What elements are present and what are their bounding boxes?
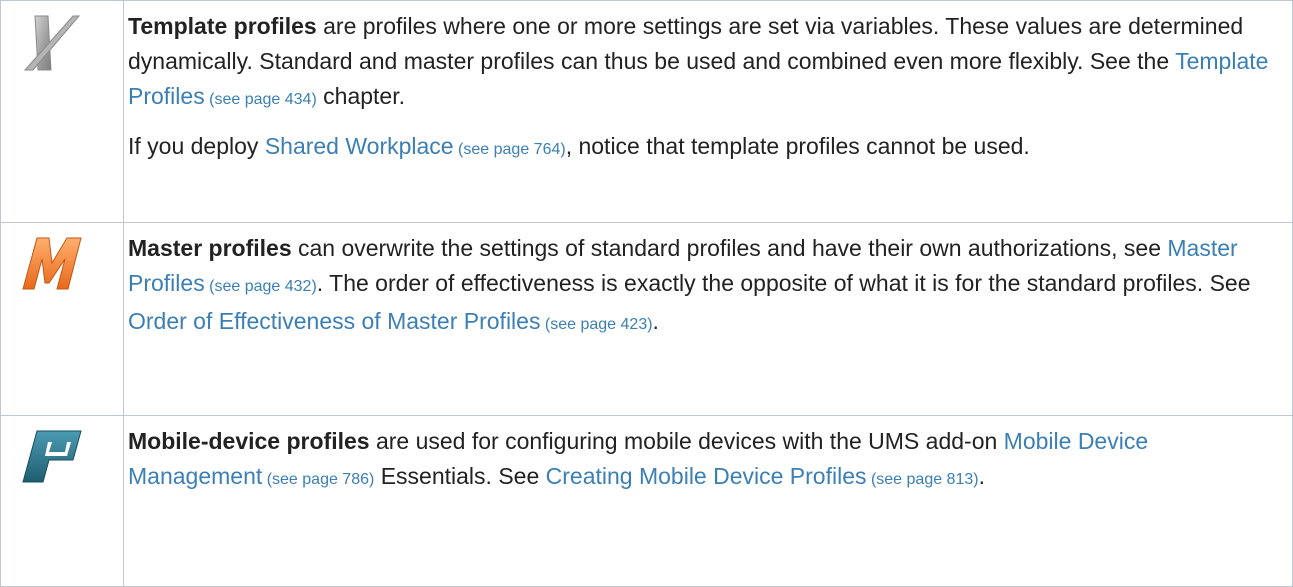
description-cell: Mobile-device profiles are used for conf… — [123, 415, 1293, 587]
text: . — [978, 463, 985, 489]
template-profile-icon — [23, 15, 81, 71]
paragraph: If you deploy Shared Workplace (see page… — [128, 129, 1282, 167]
link-order-of-effectiveness[interactable]: Order of Effectiveness of Master Profile… — [128, 308, 540, 334]
page-reference: (see page 423) — [540, 316, 653, 333]
text: . The order of effectiveness is exactly … — [316, 270, 1251, 296]
text: Essentials. See — [374, 463, 546, 489]
text: , notice that template profiles cannot b… — [565, 133, 1030, 159]
page-reference: (see page 432) — [204, 278, 317, 295]
text: . — [652, 308, 659, 334]
description-cell: Master profiles can overwrite the settin… — [123, 222, 1293, 416]
master-profile-icon — [22, 237, 82, 290]
text: are used for configuring mobile devices … — [369, 428, 1004, 454]
link-creating-mobile-device-profiles[interactable]: Creating Mobile Device Profiles — [546, 463, 867, 489]
text: can overwrite the settings of standard p… — [291, 235, 1168, 261]
paragraph: Template profiles are profiles where one… — [128, 9, 1282, 117]
paragraph: Master profiles can overwrite the settin… — [128, 231, 1282, 342]
text: If you deploy — [128, 133, 265, 159]
term: Master profiles — [128, 235, 292, 261]
link-shared-workplace[interactable]: Shared Workplace — [265, 133, 454, 159]
table-row-mobile-device-profiles: Mobile-device profiles are used for conf… — [0, 415, 1293, 587]
term: Template profiles — [128, 13, 317, 39]
page-reference: (see page 434) — [204, 91, 317, 108]
description-cell: Template profiles are profiles where one… — [123, 0, 1293, 223]
page-reference: (see page 764) — [453, 141, 566, 158]
paragraph: Mobile-device profiles are used for conf… — [128, 424, 1282, 497]
icon-cell — [0, 0, 124, 223]
term: Mobile-device profiles — [128, 428, 370, 454]
profile-types-table: Template profiles are profiles where one… — [0, 0, 1293, 587]
text: chapter. — [316, 83, 406, 109]
icon-cell — [0, 415, 124, 587]
page-reference: (see page 813) — [866, 471, 979, 488]
table-row-template-profiles: Template profiles are profiles where one… — [0, 0, 1293, 223]
table-row-master-profiles: Master profiles can overwrite the settin… — [0, 222, 1293, 416]
icon-cell — [0, 222, 124, 416]
page-reference: (see page 786) — [262, 471, 375, 488]
mobile-device-profile-icon — [22, 430, 82, 483]
